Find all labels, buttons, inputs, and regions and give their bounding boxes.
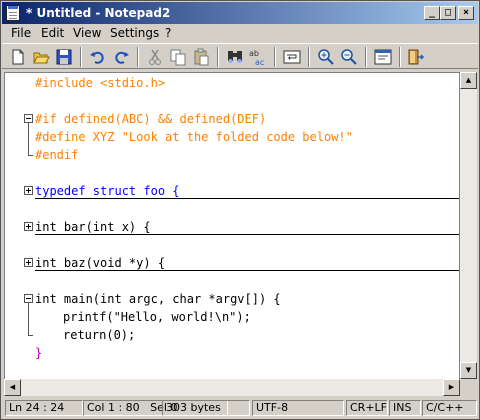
new-file-icon[interactable] — [8, 47, 28, 67]
fold-guide-end — [28, 155, 33, 156]
svg-text:ab: ab — [249, 49, 259, 58]
toolbar-separator — [137, 47, 139, 67]
code-text: int main(int argc, char *argv[]) { — [35, 292, 281, 306]
horizontal-scrollbar[interactable]: ◀ ▶ — [4, 379, 460, 396]
open-folder-icon[interactable] — [31, 47, 51, 67]
view-schemes-icon[interactable] — [373, 47, 393, 67]
menu-view[interactable]: View — [73, 26, 101, 40]
maximize-button[interactable]: □ — [440, 6, 456, 20]
notepad-app-icon[interactable] — [6, 5, 20, 21]
scroll-right-arrow-icon[interactable]: ▶ — [443, 379, 460, 396]
fold-expand-icon[interactable] — [24, 186, 33, 195]
fold-expand-icon[interactable] — [24, 258, 33, 267]
folded-region-marker — [35, 234, 459, 235]
status-insert-mode[interactable]: INS — [389, 400, 421, 416]
code-line: int main(int argc, char *argv[]) { — [35, 290, 281, 308]
folded-region-marker — [35, 198, 459, 199]
replace-icon[interactable]: ab ac — [248, 47, 268, 67]
editor-text-area[interactable]: #include <stdio.h> #if defined(ABC) && d… — [4, 72, 460, 396]
close-button[interactable]: × — [458, 6, 474, 20]
code-text: int bar(int x) { — [35, 220, 151, 234]
minimize-button[interactable]: _ — [424, 6, 440, 20]
status-file-size: 303 bytes — [162, 400, 250, 416]
toolbar-separator — [365, 47, 367, 67]
code-line: return(0); — [63, 326, 135, 344]
code-line: } — [35, 344, 42, 362]
copy-icon[interactable] — [168, 47, 188, 67]
status-language[interactable]: C/C++ — [422, 400, 477, 416]
window-title: * Untitled - Notepad2 — [26, 6, 171, 20]
scrollbar-corner — [460, 379, 477, 396]
fold-collapse-icon[interactable] — [24, 114, 33, 123]
find-icon[interactable] — [225, 47, 245, 67]
code-line: #include <stdio.h> — [35, 74, 165, 92]
title-bar[interactable]: * Untitled - Notepad2 _ □ × — [2, 2, 478, 24]
code-text: int baz(void *y) { — [35, 256, 166, 270]
status-line-position: Ln 24 : 24 — [5, 400, 83, 416]
menu-edit[interactable]: Edit — [41, 26, 64, 40]
code-text: typedef struct foo { — [35, 184, 180, 198]
code-line: #define XYZ "Look at the folded code bel… — [35, 128, 353, 146]
fold-expand-icon[interactable] — [24, 222, 33, 231]
code-text: #define XYZ "Look at the folded code bel… — [35, 130, 353, 144]
zoom-out-icon[interactable] — [339, 47, 359, 67]
fold-guide-end — [28, 335, 33, 336]
code-text: #if defined(ABC) && defined(DEF) — [35, 112, 267, 126]
redo-icon[interactable] — [111, 47, 131, 67]
status-line-endings[interactable]: CR+LF — [346, 400, 388, 416]
save-icon[interactable] — [54, 47, 74, 67]
exit-icon[interactable] — [406, 47, 426, 67]
status-bar: Ln 24 : 24 Col 1 : 80 Sel 0 303 bytes UT… — [2, 398, 478, 418]
code-line: #endif — [35, 146, 78, 164]
menu-help[interactable]: ? — [165, 26, 171, 40]
fold-collapse-icon[interactable] — [24, 294, 33, 303]
word-wrap-icon[interactable] — [282, 47, 302, 67]
scroll-down-arrow-icon[interactable]: ▼ — [460, 362, 477, 379]
cut-icon[interactable] — [145, 47, 165, 67]
fold-guide — [28, 303, 29, 335]
undo-icon[interactable] — [88, 47, 108, 67]
menu-settings[interactable]: Settings — [110, 26, 159, 40]
toolbar-separator — [80, 47, 82, 67]
scroll-left-arrow-icon[interactable]: ◀ — [4, 379, 21, 396]
code-line: #if defined(ABC) && defined(DEF) — [35, 110, 266, 128]
code-line: printf("Hello, world!\n"); — [63, 308, 251, 326]
code-text: #include <stdio.h> — [35, 76, 166, 90]
notepad2-window: * Untitled - Notepad2 _ □ × File Edit Vi… — [0, 0, 480, 420]
code-text: return(0); — [63, 328, 136, 342]
vertical-scrollbar[interactable]: ▲ ▼ — [460, 72, 477, 379]
paste-icon[interactable] — [191, 47, 211, 67]
toolbar-separator — [274, 47, 276, 67]
scroll-up-arrow-icon[interactable]: ▲ — [460, 72, 477, 89]
status-encoding[interactable]: UTF-8 — [252, 400, 344, 416]
menu-file[interactable]: File — [11, 26, 31, 40]
code-text: #endif — [35, 148, 79, 162]
status-column: Col 1 : 80 — [87, 401, 140, 414]
code-text: } — [35, 346, 43, 360]
menu-bar: File Edit View Settings ? — [2, 24, 478, 42]
zoom-in-icon[interactable] — [316, 47, 336, 67]
toolbar-separator — [217, 47, 219, 67]
code-text: printf("Hello, world!\n"); — [63, 310, 251, 324]
folded-region-marker — [35, 270, 459, 271]
toolbar: ab ac — [2, 43, 478, 69]
svg-text:ac: ac — [255, 58, 264, 67]
fold-guide — [28, 123, 29, 155]
toolbar-separator — [399, 47, 401, 67]
toolbar-separator — [308, 47, 310, 67]
